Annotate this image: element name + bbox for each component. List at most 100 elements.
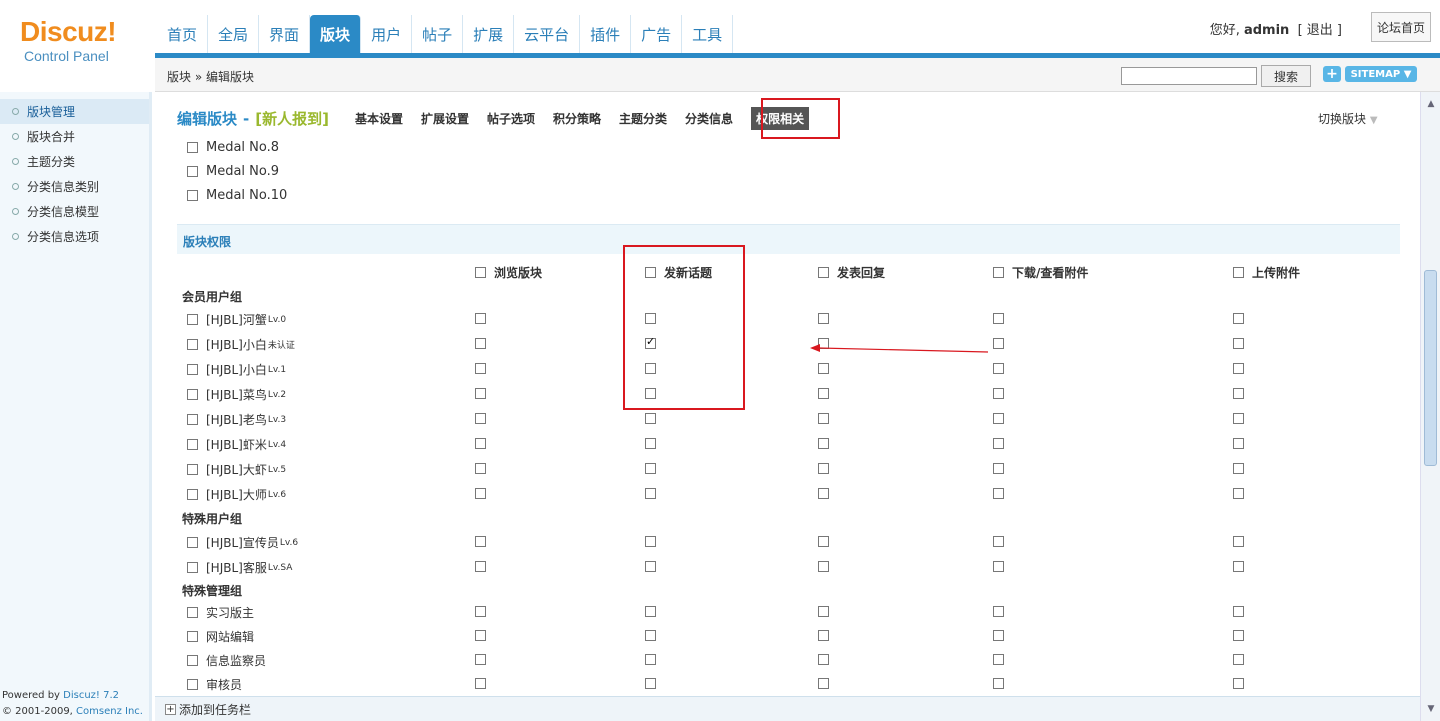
permission-checkbox[interactable] [475,606,486,617]
permission-checkbox[interactable] [818,463,829,474]
permission-checkbox[interactable] [993,630,1004,641]
permission-checkbox[interactable] [993,438,1004,449]
row-select-checkbox[interactable] [187,439,198,450]
row-select-checkbox[interactable] [187,679,198,690]
permission-checkbox[interactable] [993,654,1004,665]
nav-tab[interactable]: 广告 [631,15,683,53]
permission-checkbox[interactable] [818,654,829,665]
permission-checkbox[interactable] [475,488,486,499]
permission-checkbox[interactable] [818,413,829,424]
permission-checkbox[interactable] [475,678,486,689]
row-select-checkbox[interactable] [187,631,198,642]
comsenz-link[interactable]: Comsenz Inc. [76,706,143,717]
settings-tab[interactable]: 主题分类 [619,110,667,127]
permission-checkbox[interactable] [993,413,1004,424]
permission-checkbox[interactable] [993,463,1004,474]
permission-checkbox[interactable] [475,630,486,641]
permission-checkbox[interactable] [818,536,829,547]
nav-tab[interactable]: 版块 [310,15,362,53]
permission-checkbox[interactable] [475,388,486,399]
permission-checkbox[interactable] [993,363,1004,374]
permission-checkbox[interactable] [993,488,1004,499]
scrollbar-thumb[interactable] [1424,270,1437,466]
permission-checkbox[interactable] [1233,313,1244,324]
permission-checkbox[interactable] [1233,363,1244,374]
permission-checkbox[interactable] [1233,561,1244,572]
permission-checkbox[interactable] [1233,488,1244,499]
nav-tab[interactable]: 帖子 [412,15,464,53]
medal-checkbox[interactable] [187,189,198,201]
permission-checkbox[interactable] [475,536,486,547]
medal-checkbox[interactable] [187,165,198,177]
permission-checkbox[interactable] [1233,463,1244,474]
permission-checkbox[interactable] [1233,338,1244,349]
permission-checkbox[interactable] [645,413,656,424]
nav-tab[interactable]: 插件 [580,15,632,53]
sitemap-button[interactable]: SITEMAP ▼ [1345,66,1417,82]
permission-checkbox[interactable] [818,561,829,572]
settings-tab[interactable]: 扩展设置 [421,110,469,127]
settings-tab[interactable]: 帖子选项 [487,110,535,127]
permission-checkbox[interactable] [993,606,1004,617]
sidebar-item[interactable]: 版块合并 [0,124,149,149]
discuz-version-link[interactable]: Discuz! 7.2 [63,690,119,701]
permission-checkbox[interactable] [818,488,829,499]
search-button[interactable]: 搜索 [1261,65,1311,87]
row-select-checkbox[interactable] [187,364,198,375]
column-select-all-checkbox[interactable] [645,267,656,278]
permission-checkbox[interactable] [475,463,486,474]
row-select-checkbox[interactable] [187,389,198,400]
permission-checkbox[interactable] [645,313,656,324]
permission-checkbox[interactable] [1233,654,1244,665]
sidebar-item[interactable]: 分类信息选项 [0,224,149,249]
permission-checkbox[interactable] [993,388,1004,399]
permission-checkbox[interactable] [993,536,1004,547]
permission-checkbox[interactable] [475,363,486,374]
row-select-checkbox[interactable] [187,655,198,666]
permission-checkbox[interactable] [993,313,1004,324]
row-select-checkbox[interactable] [187,489,198,500]
column-select-all-checkbox[interactable] [1233,267,1244,278]
nav-tab[interactable]: 云平台 [514,15,581,53]
permission-checkbox[interactable] [475,413,486,424]
permission-checkbox[interactable] [993,678,1004,689]
settings-tab[interactable]: 分类信息 [685,110,733,127]
forum-home-button[interactable]: 论坛首页 [1371,12,1431,42]
permission-checkbox[interactable] [645,335,656,349]
permission-checkbox[interactable] [1233,630,1244,641]
permission-checkbox[interactable] [645,561,656,572]
settings-tab[interactable]: 基本设置 [355,110,403,127]
row-select-checkbox[interactable] [187,339,198,350]
nav-tab[interactable]: 全局 [208,15,260,53]
sidebar-item[interactable]: 主题分类 [0,149,149,174]
permission-checkbox[interactable] [818,606,829,617]
medal-checkbox[interactable] [187,141,198,153]
permission-checkbox[interactable] [645,438,656,449]
permission-checkbox[interactable] [645,363,656,374]
column-select-all-checkbox[interactable] [818,267,829,278]
nav-tab[interactable]: 用户 [361,15,413,53]
logout-link[interactable]: [ 退出 ] [1298,23,1342,38]
permission-checkbox[interactable] [475,338,486,349]
row-select-checkbox[interactable] [187,314,198,325]
permission-checkbox[interactable] [645,654,656,665]
column-select-all-checkbox[interactable] [993,267,1004,278]
permission-checkbox[interactable] [475,438,486,449]
vertical-scrollbar[interactable]: ▲ ▼ [1420,92,1440,721]
permission-checkbox[interactable] [818,438,829,449]
permission-checkbox[interactable] [645,678,656,689]
permission-checkbox[interactable] [645,388,656,399]
nav-tab[interactable]: 界面 [259,15,311,53]
permission-checkbox[interactable] [818,678,829,689]
permission-checkbox[interactable] [475,313,486,324]
row-select-checkbox[interactable] [187,464,198,475]
permission-checkbox[interactable] [1233,413,1244,424]
scroll-down-icon[interactable]: ▼ [1423,701,1439,717]
permission-checkbox[interactable] [1233,438,1244,449]
permission-checkbox[interactable] [993,561,1004,572]
permission-checkbox[interactable] [1233,388,1244,399]
permission-checkbox[interactable] [645,488,656,499]
sidebar-item[interactable]: 版块管理 [0,99,149,124]
permission-checkbox[interactable] [1233,606,1244,617]
sidebar-item[interactable]: 分类信息模型 [0,199,149,224]
